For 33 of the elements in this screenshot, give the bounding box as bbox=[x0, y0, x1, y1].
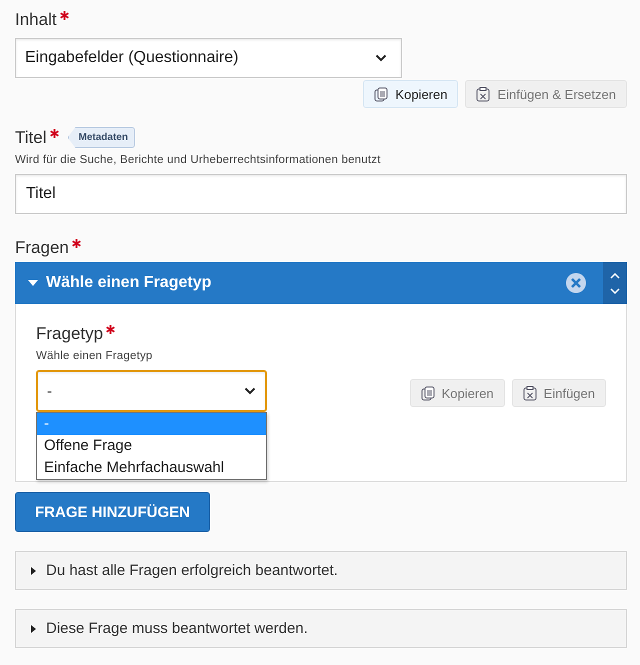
chevron-down-icon bbox=[244, 387, 256, 395]
copy-icon bbox=[420, 386, 435, 400]
field-label: Fragetyp bbox=[36, 323, 104, 345]
caret-right-icon bbox=[31, 624, 36, 632]
metadata-tag: Metadaten bbox=[68, 127, 135, 148]
content-select[interactable]: Eingabefelder (Questionnaire) bbox=[15, 38, 402, 78]
clipboard-icon bbox=[476, 86, 490, 102]
feedback-section[interactable]: Diese Frage muss beantwortet werden. bbox=[15, 609, 627, 648]
chevron-down-icon bbox=[375, 54, 387, 62]
remove-icon[interactable] bbox=[565, 272, 587, 294]
question-header[interactable]: Wähle einen Fragetyp bbox=[15, 262, 603, 304]
chevron-down-icon bbox=[610, 288, 620, 294]
help-text: Wird für die Suche, Berichte und Urheberrechtsinformationen benutzt bbox=[15, 154, 382, 166]
caret-down-icon bbox=[28, 280, 38, 286]
title-input[interactable]: Titel bbox=[15, 174, 627, 214]
field-label: Inhalt bbox=[15, 9, 57, 31]
question-type-select[interactable]: - bbox=[36, 370, 267, 412]
field-label: Fragen bbox=[15, 237, 69, 259]
reorder-control[interactable] bbox=[603, 262, 627, 304]
caret-right-icon bbox=[31, 566, 36, 574]
copy-button[interactable]: Kopieren bbox=[363, 80, 458, 108]
feedback-label: Diese Frage muss beantwortet werden. bbox=[46, 620, 308, 637]
field-label: Titel bbox=[15, 127, 46, 149]
dropdown-option[interactable]: Offene Frage bbox=[37, 435, 266, 457]
add-question-button[interactable]: FRAGE HINZUFÜGEN bbox=[15, 492, 210, 532]
question-title: Wähle einen Fragetyp bbox=[46, 274, 212, 292]
chevron-up-icon bbox=[610, 272, 620, 278]
feedback-label: Du hast alle Fragen erfolgreich beantwortet. bbox=[46, 562, 338, 579]
clipboard-icon bbox=[522, 386, 537, 400]
help-text: Wähle einen Fragetyp bbox=[36, 350, 154, 362]
feedback-section[interactable]: Du hast alle Fragen erfolgreich beantwortet. bbox=[15, 551, 627, 590]
copy-icon bbox=[374, 86, 388, 102]
dropdown-option[interactable]: Einfache Mehrfachauswahl bbox=[37, 457, 266, 479]
